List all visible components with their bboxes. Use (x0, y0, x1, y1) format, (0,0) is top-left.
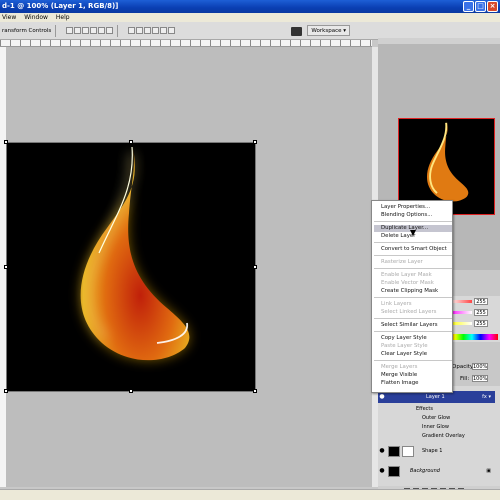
menu-item-select-similar-layers[interactable]: Select Similar Layers (381, 322, 438, 329)
effect-label: Inner Glow (422, 424, 449, 430)
transform-handle[interactable] (253, 140, 257, 144)
menu-item-enable-layer-mask: Enable Layer Mask (381, 272, 432, 278)
layer-name: Shape 1 (422, 448, 443, 454)
vector-mask-thumbnail (402, 445, 414, 457)
distribute-vcenter-icon[interactable] (136, 27, 144, 34)
transform-handle[interactable] (4, 140, 8, 144)
window-title: d-1 @ 100% (Layer 1, RGB/8)] (2, 2, 119, 10)
align-left-icon[interactable] (90, 27, 98, 34)
menu-item-rasterize-layer: Rasterize Layer (381, 259, 423, 265)
document-canvas[interactable] (4, 140, 257, 393)
menu-item-merge-visible[interactable]: Merge Visible (381, 372, 417, 379)
menu-separator (374, 242, 452, 243)
transform-handle[interactable] (4, 265, 8, 269)
fill-field[interactable]: 100% (472, 375, 488, 382)
menu-item-paste-layer-style: Paste Layer Style (381, 343, 428, 349)
align-hcenter-icon[interactable] (98, 27, 106, 34)
color-spectrum[interactable] (446, 334, 498, 340)
separator (55, 24, 57, 37)
workspace-button[interactable]: Workspace ▾ (307, 25, 350, 36)
menu-separator (374, 318, 452, 319)
flame-artwork (80, 145, 190, 361)
menu-bar: View Window Help (0, 13, 500, 22)
transform-handle[interactable] (4, 389, 8, 393)
menu-separator (374, 331, 452, 332)
bridge-icon[interactable] (291, 27, 302, 36)
effects-label: Effects (416, 406, 433, 412)
menu-item-copy-layer-style[interactable]: Copy Layer Style (381, 335, 427, 342)
menu-view[interactable]: View (2, 13, 16, 22)
menu-item-clear-layer-style[interactable]: Clear Layer Style (381, 351, 427, 358)
title-bar: d-1 @ 100% (Layer 1, RGB/8)] _ □ × (0, 0, 500, 13)
distribute-left-icon[interactable] (152, 27, 160, 34)
effect-label: Gradient Overlay (422, 433, 465, 439)
blue-value[interactable]: 255 (474, 320, 488, 327)
menu-item-flatten-image[interactable]: Flatten Image (381, 380, 418, 387)
close-button[interactable]: × (487, 1, 498, 12)
effect-gradient-overlay[interactable]: Gradient Overlay (378, 432, 495, 440)
menu-item-layer-properties[interactable]: Layer Properties... (381, 204, 430, 211)
align-top-icon[interactable] (66, 27, 74, 34)
red-value[interactable]: 255 (474, 298, 488, 305)
layer-name: Layer 1 (426, 394, 445, 400)
separator (117, 24, 119, 37)
transform-handle[interactable] (253, 389, 257, 393)
workspace-label: Workspace ▾ (311, 28, 346, 34)
distribute-top-icon[interactable] (128, 27, 136, 34)
lock-icon: ▣ (486, 468, 491, 474)
menu-window[interactable]: Window (24, 13, 48, 22)
transform-handle[interactable] (253, 265, 257, 269)
menu-help[interactable]: Help (56, 13, 70, 22)
opacity-field[interactable]: 100% (472, 363, 488, 370)
green-value[interactable]: 255 (474, 309, 488, 316)
fill-label: Fill: (460, 376, 470, 382)
effect-inner-glow[interactable]: Inner Glow (378, 423, 495, 431)
menu-item-create-clipping-mask[interactable]: Create Clipping Mask (381, 288, 438, 295)
menu-separator (374, 221, 452, 222)
menu-separator (374, 297, 452, 298)
menu-item-select-linked-layers: Select Linked Layers (381, 309, 437, 315)
menu-separator (374, 268, 452, 269)
visibility-eye-icon[interactable]: ● (378, 467, 386, 475)
effect-outer-glow[interactable]: Outer Glow (378, 414, 495, 422)
layer-row-background[interactable]: ● Background ▣ (378, 464, 495, 478)
fx-icon[interactable]: fx ▾ (482, 394, 491, 400)
layer-name: Background (410, 468, 440, 474)
visibility-eye-icon[interactable]: ● (378, 393, 386, 401)
distribute-buttons (128, 27, 176, 34)
minimize-button[interactable]: _ (463, 1, 474, 12)
visibility-eye-icon[interactable]: ● (378, 447, 386, 455)
menu-item-enable-vector-mask: Enable Vector Mask (381, 280, 434, 286)
transform-controls-label[interactable]: ransform Controls (2, 28, 51, 34)
distribute-bottom-icon[interactable] (144, 27, 152, 34)
distribute-right-icon[interactable] (168, 27, 176, 34)
maximize-button[interactable]: □ (475, 1, 486, 12)
menu-item-merge-layers: Merge Layers (381, 364, 418, 370)
align-vcenter-icon[interactable] (74, 27, 82, 34)
distribute-hcenter-icon[interactable] (160, 27, 168, 34)
layer-context-menu: Layer Properties... Blending Options... … (371, 200, 453, 393)
layer-thumbnail (388, 445, 400, 457)
menu-item-link-layers: Link Layers (381, 301, 412, 307)
layer-row-shape1[interactable]: ● Shape 1 (378, 444, 495, 458)
menu-separator (374, 255, 452, 256)
align-buttons (66, 27, 114, 34)
status-bar (0, 489, 500, 500)
align-right-icon[interactable] (106, 27, 114, 34)
window-controls: _ □ × (463, 1, 498, 12)
photoshop-window: d-1 @ 100% (Layer 1, RGB/8)] _ □ × View … (0, 0, 500, 500)
align-bottom-icon[interactable] (82, 27, 90, 34)
effect-label: Outer Glow (422, 415, 451, 421)
menu-item-convert-smart-object[interactable]: Convert to Smart Object (381, 246, 447, 253)
menu-separator (374, 360, 452, 361)
effects-row[interactable]: Effects (378, 405, 495, 413)
menu-item-blending-options[interactable]: Blending Options... (381, 212, 432, 219)
mouse-cursor-icon (410, 230, 416, 236)
horizontal-ruler (0, 40, 372, 47)
transform-handle[interactable] (129, 140, 133, 144)
transform-handle[interactable] (129, 389, 133, 393)
layer-thumbnail (388, 465, 400, 477)
